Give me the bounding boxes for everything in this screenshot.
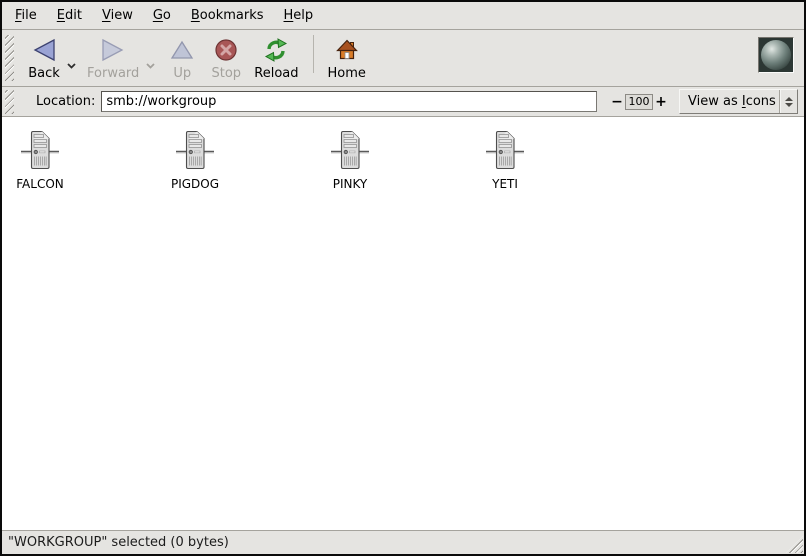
menu-bookmarks[interactable]: Bookmarks (181, 3, 274, 28)
server-item-falcon[interactable]: FALCON (2, 129, 78, 191)
reload-label: Reload (254, 66, 298, 81)
menu-view[interactable]: View (92, 3, 143, 28)
forward-dropdown-button[interactable] (145, 62, 156, 70)
menu-file-label: ile (22, 8, 37, 23)
computer-icon (176, 129, 214, 171)
menu-bookmarks-label: ookmarks (200, 8, 264, 23)
status-bar: "WORKGROUP" selected (0 bytes) (2, 530, 804, 554)
resize-grip-icon[interactable] (786, 536, 803, 553)
stop-button[interactable]: Stop (204, 33, 248, 83)
back-label: Back (28, 66, 60, 81)
menu-bar: File Edit View Go Bookmarks Help (2, 2, 804, 30)
server-item-yeti[interactable]: YETI (467, 129, 543, 191)
file-manager-window: File Edit View Go Bookmarks Help Back (0, 0, 806, 556)
reload-icon (263, 36, 289, 64)
menu-go-mnemonic: G (153, 8, 163, 23)
back-button[interactable]: Back (22, 33, 66, 83)
menu-help-label: elp (293, 8, 313, 23)
stop-label: Stop (212, 66, 242, 81)
computer-icon (21, 129, 59, 171)
server-label: FALCON (16, 177, 64, 191)
server-label: YETI (492, 177, 518, 191)
throbber-frame (758, 37, 794, 73)
home-button[interactable]: Home (322, 33, 372, 83)
computer-icon (331, 129, 369, 171)
zoom-out-button[interactable]: − (609, 94, 625, 110)
menu-file[interactable]: File (5, 3, 47, 28)
location-label: Location: (36, 94, 95, 109)
forward-label: Forward (87, 66, 139, 81)
home-label: Home (328, 66, 366, 81)
toolbar-separator (313, 35, 314, 73)
icon-view[interactable]: FALCON PIGDOG (2, 117, 804, 530)
back-dropdown-button[interactable] (66, 62, 77, 70)
up-label: Up (173, 66, 191, 81)
forward-button[interactable]: Forward (81, 33, 145, 83)
location-bar-drag-handle[interactable] (5, 90, 14, 114)
computer-icon (486, 129, 524, 171)
toolbar: Back Forward Up (2, 30, 804, 87)
up-icon (170, 36, 194, 64)
view-as-selector[interactable]: View as Icons (679, 89, 798, 114)
back-icon (31, 36, 57, 64)
toolbar-drag-handle[interactable] (5, 35, 14, 81)
server-label: PIGDOG (171, 177, 219, 191)
menu-bookmarks-mnemonic: B (191, 8, 200, 23)
location-input[interactable] (101, 91, 597, 112)
menu-edit[interactable]: Edit (47, 3, 92, 28)
menu-edit-mnemonic: E (57, 8, 65, 23)
zoom-level-indicator: 100 (625, 94, 653, 110)
menu-help-mnemonic: H (284, 8, 294, 23)
up-button[interactable]: Up (160, 33, 204, 83)
forward-icon (100, 36, 126, 64)
server-item-pigdog[interactable]: PIGDOG (157, 129, 233, 191)
zoom-in-button[interactable]: + (653, 94, 669, 110)
menu-go-label: o (163, 8, 171, 23)
menu-view-mnemonic: V (102, 8, 111, 23)
chevron-up-down-icon (780, 97, 797, 107)
server-label: PINKY (333, 177, 368, 191)
view-as-label: View as Icons (688, 94, 779, 109)
menu-edit-label: dit (65, 8, 82, 23)
stop-icon (214, 36, 238, 64)
throbber-icon (761, 40, 791, 70)
menu-help[interactable]: Help (274, 3, 324, 28)
status-text: "WORKGROUP" selected (0 bytes) (8, 535, 229, 550)
menu-view-label: iew (111, 8, 133, 23)
location-bar: Location: − 100 + View as Icons (2, 87, 804, 117)
home-icon (335, 36, 359, 64)
menu-go[interactable]: Go (143, 3, 181, 28)
reload-button[interactable]: Reload (248, 33, 304, 83)
server-item-pinky[interactable]: PINKY (312, 129, 388, 191)
